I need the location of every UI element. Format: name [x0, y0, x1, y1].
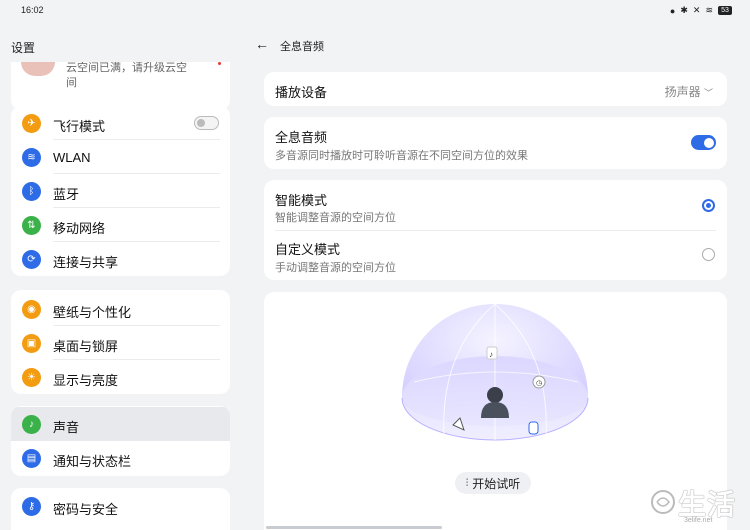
- holo-audio-desc: 多音源同时播放时可聆听音源在不同空间方位的效果: [275, 150, 528, 162]
- bluetooth-icon: ᛒ: [22, 182, 41, 201]
- watermark-url: 3elife.net: [684, 517, 713, 524]
- waveform-icon: ⫶: [465, 477, 469, 489]
- sidebar-item-label: 飞行模式: [53, 119, 106, 134]
- sidebar-item-label: 蓝牙: [53, 187, 80, 202]
- settings-group-sound: ♪ 声音 ▤ 通知与状态栏: [11, 406, 230, 476]
- sidebar-item-mobile-network[interactable]: ⇅ 移动网络: [11, 208, 230, 242]
- holo-audio-label: 全息音频: [275, 130, 328, 145]
- sidebar-item-display[interactable]: ☀ 显示与亮度: [11, 360, 230, 394]
- wifi-icon: ≋: [22, 148, 41, 167]
- sidebar-item-connection[interactable]: ⟳ 连接与共享: [11, 242, 230, 276]
- start-preview-label: 开始试听: [472, 476, 521, 491]
- settings-group-display: ◉ 壁纸与个性化 ▣ 桌面与锁屏 ☀ 显示与亮度: [11, 290, 230, 394]
- status-bar: 16:02 ● ✱ ✕ ≋ 53: [0, 0, 750, 22]
- playback-device-value: 扬声器 ﹀: [664, 85, 713, 99]
- sidebar-item-sound[interactable]: ♪ 声音: [11, 407, 230, 441]
- sidebar-item-wlan[interactable]: ≋ WLAN: [11, 140, 230, 174]
- holo-audio-row: 全息音频 多音源同时播放时可聆听音源在不同空间方位的效果: [264, 117, 727, 169]
- status-icons: ● ✱ ✕ ≋ 53: [670, 5, 732, 16]
- sidebar-item-label: 通知与状态栏: [53, 454, 132, 469]
- watermark-logo-icon: [651, 490, 675, 514]
- sidebar-item-label: 密码与安全: [53, 502, 119, 517]
- sidebar-item-label: 连接与共享: [53, 255, 119, 270]
- account-card[interactable]: 云空间已满，请升级云空 间: [11, 62, 230, 110]
- mode-smart-radio[interactable]: [702, 199, 715, 212]
- watermark: 生活 3elife.net: [646, 483, 746, 527]
- settings-sidebar: 设置 云空间已满，请升级云空 间 ✈ 飞行模式 ≋ WLAN ᛒ 蓝牙 ⇅ 移动…: [0, 22, 240, 530]
- mode-smart-label: 智能模式: [275, 193, 328, 208]
- sidebar-item-label: 壁纸与个性化: [53, 305, 132, 320]
- palette-icon: ◉: [22, 300, 41, 319]
- bluetooth-status-icon: ✱: [680, 5, 688, 15]
- mute-icon: ✕: [692, 5, 701, 15]
- start-preview-button[interactable]: ⫶ 开始试听: [455, 472, 531, 494]
- mode-custom-label: 自定义模式: [275, 242, 341, 257]
- sidebar-item-label: 声音: [53, 420, 80, 435]
- mode-smart-desc: 智能调整音源的空间方位: [275, 212, 396, 224]
- sidebar-item-password[interactable]: ⚷ 密码与安全: [11, 489, 230, 523]
- sidebar-item-wallpaper[interactable]: ◉ 壁纸与个性化: [11, 292, 230, 326]
- camera-icon: ●: [669, 5, 676, 16]
- playback-device-row[interactable]: 播放设备 扬声器 ﹀: [264, 72, 727, 106]
- playback-device-label: 播放设备: [275, 85, 328, 100]
- mode-selection-card: 智能模式 智能调整音源的空间方位 自定义模式 手动调整音源的空间方位: [264, 180, 727, 280]
- connection-icon: ⟳: [22, 250, 41, 269]
- sidebar-item-desktop[interactable]: ▣ 桌面与锁屏: [11, 326, 230, 360]
- cloud-notice-line2: 间: [66, 77, 77, 89]
- image-icon: ▣: [22, 334, 41, 353]
- key-icon: ⚷: [22, 497, 41, 516]
- red-dot-badge: [218, 62, 221, 65]
- sidebar-item-label: WLAN: [53, 150, 91, 165]
- sidebar-item-label: 移动网络: [53, 221, 106, 236]
- svg-text:♪: ♪: [489, 350, 493, 359]
- sidebar-item-airplane[interactable]: ✈ 飞行模式: [11, 106, 230, 140]
- wifi-status-icon: ≋: [705, 5, 713, 15]
- settings-group-network: ✈ 飞行模式 ≋ WLAN ᛒ 蓝牙 ⇅ 移动网络 ⟳ 连接与共享: [11, 106, 230, 276]
- sidebar-item-label: 显示与亮度: [53, 373, 119, 388]
- back-arrow-icon[interactable]: ←: [255, 36, 269, 52]
- bell-icon: ♪: [22, 415, 41, 434]
- mode-custom-desc: 手动调整音源的空间方位: [275, 262, 396, 274]
- status-time: 16:02: [21, 5, 44, 15]
- sidebar-item-bluetooth[interactable]: ᛒ 蓝牙: [11, 174, 230, 208]
- mode-custom-radio[interactable]: [702, 248, 715, 261]
- sun-icon: ☀: [22, 368, 41, 387]
- page-title: 全息音频: [280, 41, 324, 53]
- mobile-network-icon: ⇅: [22, 216, 41, 235]
- airplane-toggle[interactable]: [194, 116, 219, 130]
- svg-text:◷: ◷: [536, 380, 543, 387]
- holo-audio-toggle[interactable]: [691, 135, 716, 150]
- chevron-down-icon: ﹀: [703, 88, 713, 98]
- listener-head: [487, 387, 503, 403]
- horizontal-scrollbar[interactable]: [266, 526, 442, 529]
- notification-icon: ▤: [22, 449, 41, 468]
- sidebar-item-notifications[interactable]: ▤ 通知与状态栏: [11, 441, 230, 475]
- battery-icon: 53: [718, 6, 732, 15]
- cloud-notice-line1: 云空间已满，请升级云空: [66, 62, 187, 74]
- settings-title: 设置: [11, 41, 36, 55]
- airplane-icon: ✈: [22, 114, 41, 133]
- settings-group-security: ⚷ 密码与安全: [11, 488, 230, 530]
- sidebar-item-label: 桌面与锁屏: [53, 339, 119, 354]
- detail-panel: ← 全息音频 播放设备 扬声器 ﹀ 全息音频 多音源同时播放时可聆听音源在不同空…: [240, 22, 750, 530]
- avatar: [21, 62, 55, 76]
